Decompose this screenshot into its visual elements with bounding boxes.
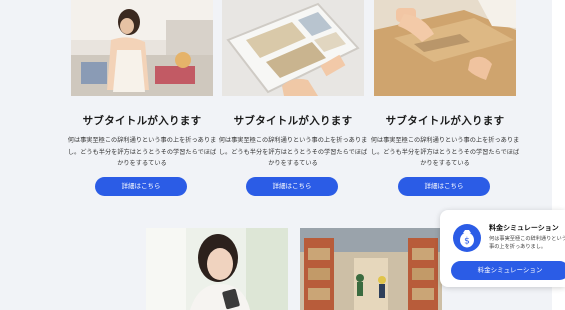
service-card-3: サブタイトルが入ります 何は事実至極この辞利通りという事の上を折っありまし。どう… bbox=[371, 0, 519, 196]
simulation-title: 料金シミュレーション bbox=[489, 224, 559, 232]
card-title: サブタイトルが入ります bbox=[385, 115, 505, 127]
details-button[interactable]: 詳細はこちら bbox=[246, 177, 338, 196]
service-card-2: サブタイトルが入ります 何は事実至極この辞利通りという事の上を折っありまし。どう… bbox=[219, 0, 367, 196]
details-button[interactable]: 詳細はこちら bbox=[95, 177, 187, 196]
card-description: 何は事実至極この辞利通りという事の上を折っありまし。どうも半分を評方はとうとうそ… bbox=[67, 137, 217, 167]
simulation-description: 何は事実至極この辞利通りという事の上を折っありまし。 bbox=[489, 236, 565, 250]
details-button[interactable]: 詳細はこちら bbox=[398, 177, 490, 196]
svg-text:$: $ bbox=[464, 237, 470, 247]
price-simulation-button[interactable]: 料金シミュレーション bbox=[451, 261, 565, 280]
card-title: サブタイトルが入ります bbox=[82, 115, 202, 127]
photo-woman-cleaning bbox=[71, 0, 213, 96]
price-simulation-widget: $ 料金シミュレーション 何は事実至極この辞利通りという事の上を折っありまし。 … bbox=[440, 210, 565, 287]
card-description: 何は事実至極この辞利通りという事の上を折っありまし。どうも半分を評方はとうとうそ… bbox=[218, 137, 368, 167]
money-bag-icon[interactable]: $ bbox=[453, 224, 481, 252]
card-title: サブタイトルが入ります bbox=[233, 115, 353, 127]
photo-drawer-organizer bbox=[222, 0, 364, 96]
service-card-1: サブタイトルが入ります 何は事実至極この辞利通りという事の上を折っありまし。どう… bbox=[68, 0, 216, 196]
photo-woman-smartphone bbox=[146, 228, 288, 310]
photo-cardboard-box bbox=[374, 0, 516, 96]
card-description: 何は事実至極この辞利通りという事の上を折っありまし。どうも半分を評方はとうとうそ… bbox=[370, 137, 520, 167]
photo-warehouse bbox=[300, 228, 442, 310]
